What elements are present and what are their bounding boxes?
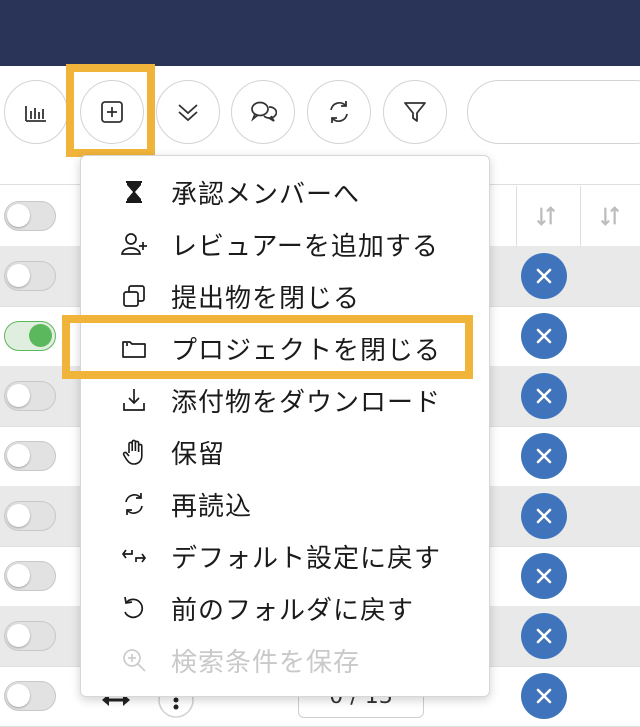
row-toggle-switch[interactable]	[4, 501, 56, 531]
menu-item-save-search: 検索条件を保存	[81, 634, 489, 686]
add-user-icon	[119, 229, 149, 259]
expand-button[interactable]	[156, 80, 220, 144]
toggle-knob	[7, 684, 30, 707]
undo-icon	[119, 593, 149, 623]
download-icon	[119, 385, 149, 415]
swap-arrows-icon	[119, 541, 149, 571]
toggle-knob	[7, 204, 30, 227]
menu-item-reset-defaults[interactable]: デフォルト設定に戻す	[81, 530, 489, 582]
menu-item-label: 検索条件を保存	[171, 647, 361, 678]
hourglass-icon	[119, 177, 149, 207]
chart-button[interactable]	[4, 80, 68, 144]
menu-item-label: デフォルト設定に戻す	[171, 543, 442, 574]
menu-item-label: 添付物をダウンロード	[171, 387, 442, 418]
close-icon	[536, 448, 552, 464]
filter-icon	[404, 102, 426, 122]
menu-item-hold[interactable]: 保留	[81, 426, 489, 478]
hand-icon	[119, 437, 149, 467]
menu-item-add-reviewer[interactable]: レビュアーを追加する	[81, 218, 489, 270]
row-toggle-switch[interactable]	[4, 201, 56, 231]
close-icon	[536, 508, 552, 524]
menu-item-label: レビュアーを追加する	[171, 231, 439, 262]
filter-button[interactable]	[383, 80, 447, 144]
close-icon	[536, 388, 552, 404]
toggle-knob	[7, 504, 30, 527]
close-icon	[536, 328, 552, 344]
highlight-add-button	[66, 64, 155, 157]
toggle-knob	[7, 384, 30, 407]
top-navigation-bar	[0, 0, 640, 66]
refresh-icon	[330, 101, 348, 123]
refresh-button[interactable]	[307, 80, 371, 144]
remove-row-button[interactable]	[521, 673, 567, 719]
row-toggle-switch[interactable]	[4, 561, 56, 591]
close-icon	[536, 568, 552, 584]
menu-item-reload[interactable]: 再読込	[81, 478, 489, 530]
remove-row-button[interactable]	[521, 373, 567, 419]
remove-row-button[interactable]	[521, 613, 567, 659]
toggle-knob	[7, 624, 30, 647]
zoom-plus-icon	[119, 645, 149, 675]
toggle-knob	[7, 564, 30, 587]
remove-row-button[interactable]	[521, 313, 567, 359]
menu-item-label: 前のフォルダに戻す	[171, 595, 415, 626]
menu-item-download-attachments[interactable]: 添付物をダウンロード	[81, 374, 489, 426]
row-toggle-switch[interactable]	[4, 441, 56, 471]
copy-stack-icon	[119, 281, 149, 311]
menu-item-label: 提出物を閉じる	[171, 283, 361, 314]
menu-item-send-to-approvers[interactable]: 承認メンバーへ	[81, 166, 489, 218]
refresh-icon	[119, 489, 149, 519]
row-toggle-switch[interactable]	[4, 321, 56, 351]
menu-item-label: 承認メンバーへ	[171, 179, 361, 210]
close-icon	[536, 688, 552, 704]
row-toggle-switch[interactable]	[4, 381, 56, 411]
menu-item-label: 保留	[171, 439, 226, 470]
toggle-knob	[7, 444, 30, 467]
chat-bubbles-icon	[251, 101, 277, 122]
close-icon	[536, 628, 552, 644]
actions-dropdown-menu: 承認メンバーへ レビュアーを追加する 提出物を閉じる プロジェクトを閉じる 添付…	[80, 155, 490, 697]
toggle-knob	[7, 264, 30, 287]
comments-button[interactable]	[231, 80, 295, 144]
row-toggle-switch[interactable]	[4, 261, 56, 291]
row-toggle-switch[interactable]	[4, 621, 56, 651]
row-toggle-switch[interactable]	[4, 681, 56, 711]
remove-row-button[interactable]	[521, 553, 567, 599]
toggle-knob	[29, 324, 52, 347]
chevrons-down-icon	[178, 104, 198, 122]
menu-item-label: 再読込	[171, 491, 253, 522]
search-input[interactable]	[467, 80, 640, 144]
close-icon	[536, 268, 552, 284]
remove-row-button[interactable]	[521, 493, 567, 539]
menu-item-back-to-previous-folder[interactable]: 前のフォルダに戻す	[81, 582, 489, 634]
bar-chart-icon	[25, 106, 46, 122]
remove-row-button[interactable]	[521, 433, 567, 479]
remove-row-button[interactable]	[521, 253, 567, 299]
highlight-close-project	[62, 315, 473, 379]
